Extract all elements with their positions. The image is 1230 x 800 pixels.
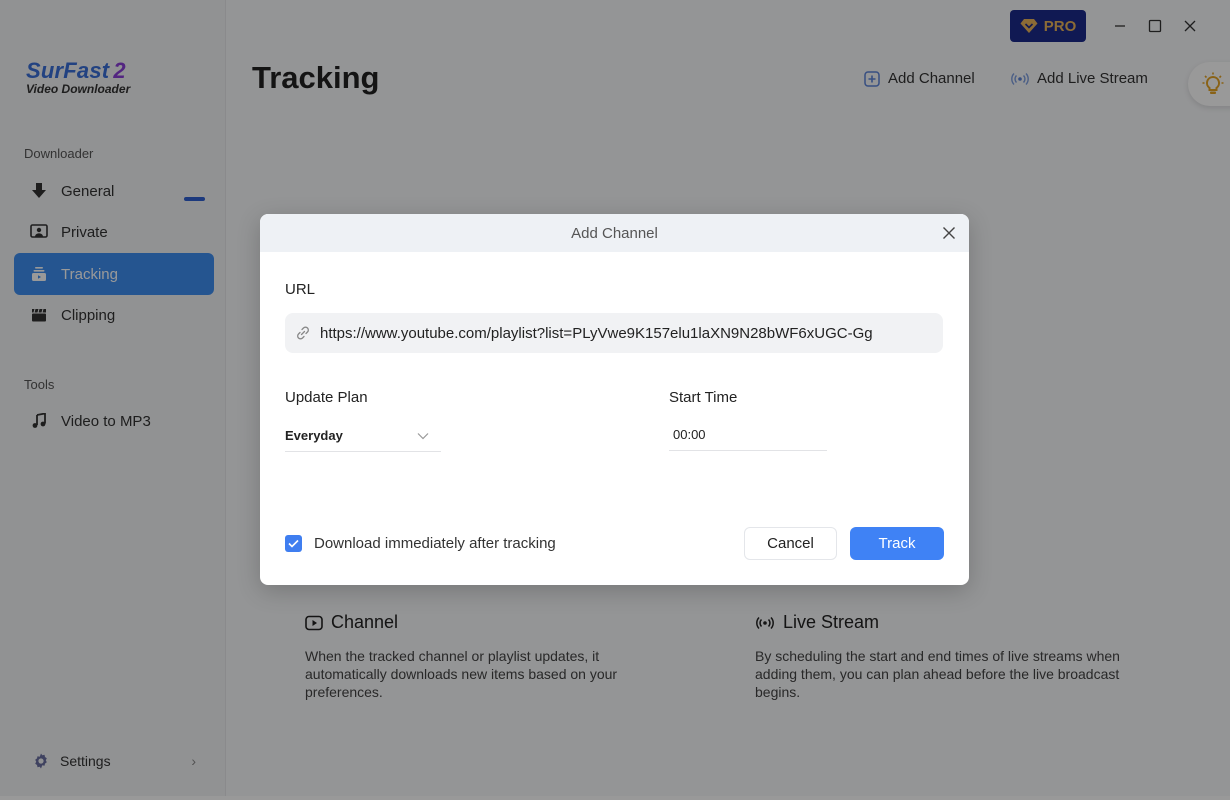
update-plan-select[interactable]: Everyday <box>285 419 441 452</box>
track-button[interactable]: Track <box>850 527 944 560</box>
start-time-label: Start Time <box>669 389 738 406</box>
add-channel-dialog: Add Channel URL Update Plan Everyday Sta… <box>260 214 969 585</box>
dialog-close-button[interactable] <box>939 223 959 243</box>
checkmark-icon <box>288 539 299 548</box>
url-input[interactable] <box>320 324 920 342</box>
update-plan-value: Everyday <box>285 427 343 443</box>
url-label: URL <box>285 281 316 298</box>
url-field[interactable] <box>285 313 943 353</box>
start-time-value: 00:00 <box>673 427 706 442</box>
download-immediately-option[interactable]: Download immediately after tracking <box>285 535 556 552</box>
start-time-field[interactable]: 00:00 <box>669 419 827 451</box>
close-icon <box>943 227 955 239</box>
update-plan-label: Update Plan <box>285 389 368 406</box>
dialog-title: Add Channel <box>571 224 658 242</box>
cancel-button[interactable]: Cancel <box>744 527 837 560</box>
download-immediately-checkbox[interactable] <box>285 535 302 552</box>
chevron-down-icon <box>417 428 429 443</box>
dialog-header: Add Channel <box>260 214 969 252</box>
download-immediately-label: Download immediately after tracking <box>314 535 556 552</box>
link-icon <box>295 325 311 341</box>
